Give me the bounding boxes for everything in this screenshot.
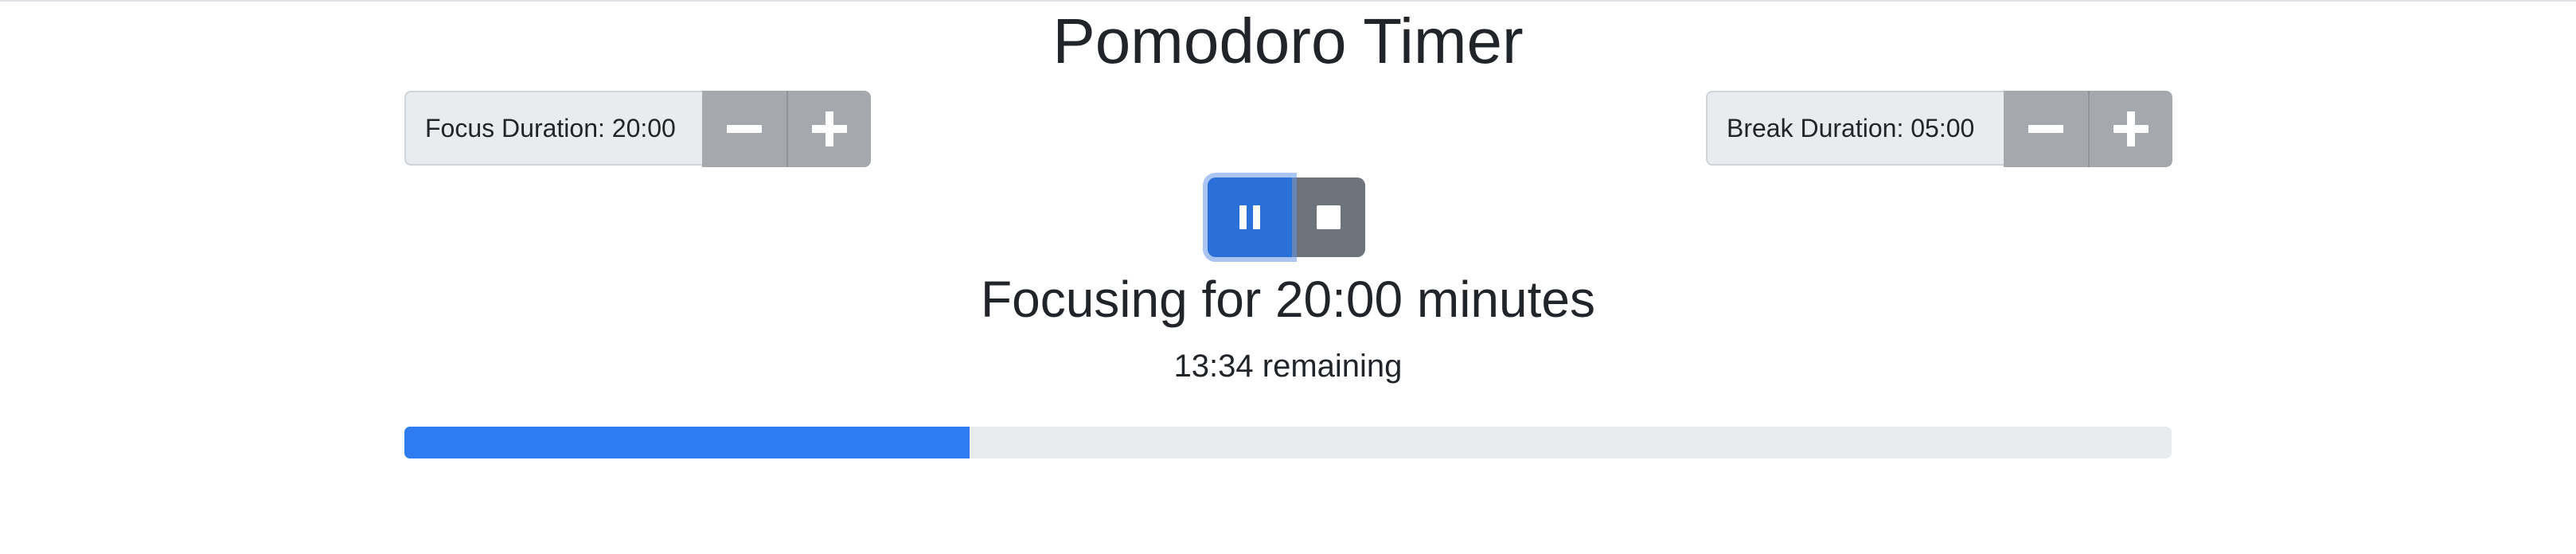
plus-icon [2113,111,2149,146]
top-divider [0,0,2576,2]
break-duration-control: Break Duration: 05:00 [1706,91,2172,167]
break-increase-button[interactable] [2088,91,2172,167]
pause-icon [1239,205,1260,229]
timer-status-heading: Focusing for 20:00 minutes [981,271,1595,328]
break-duration-label: Break Duration: 05:00 [1706,91,2004,166]
focus-decrease-button[interactable] [702,91,786,167]
time-remaining: 13:34 remaining [1173,349,1403,384]
minus-icon [2028,125,2063,133]
timer-controls [1208,178,1365,257]
page-title: Pomodoro Timer [1052,6,1524,76]
pause-button[interactable] [1208,178,1292,257]
break-decrease-button[interactable] [2004,91,2088,167]
progress-bar [404,427,2172,458]
stop-button[interactable] [1292,178,1365,257]
stop-icon [1317,205,1341,229]
focus-duration-control: Focus Duration: 20:00 [404,91,871,167]
plus-icon [812,111,847,146]
focus-duration-label: Focus Duration: 20:00 [404,91,702,166]
progress-fill [404,427,970,458]
focus-increase-button[interactable] [786,91,871,167]
minus-icon [727,125,762,133]
